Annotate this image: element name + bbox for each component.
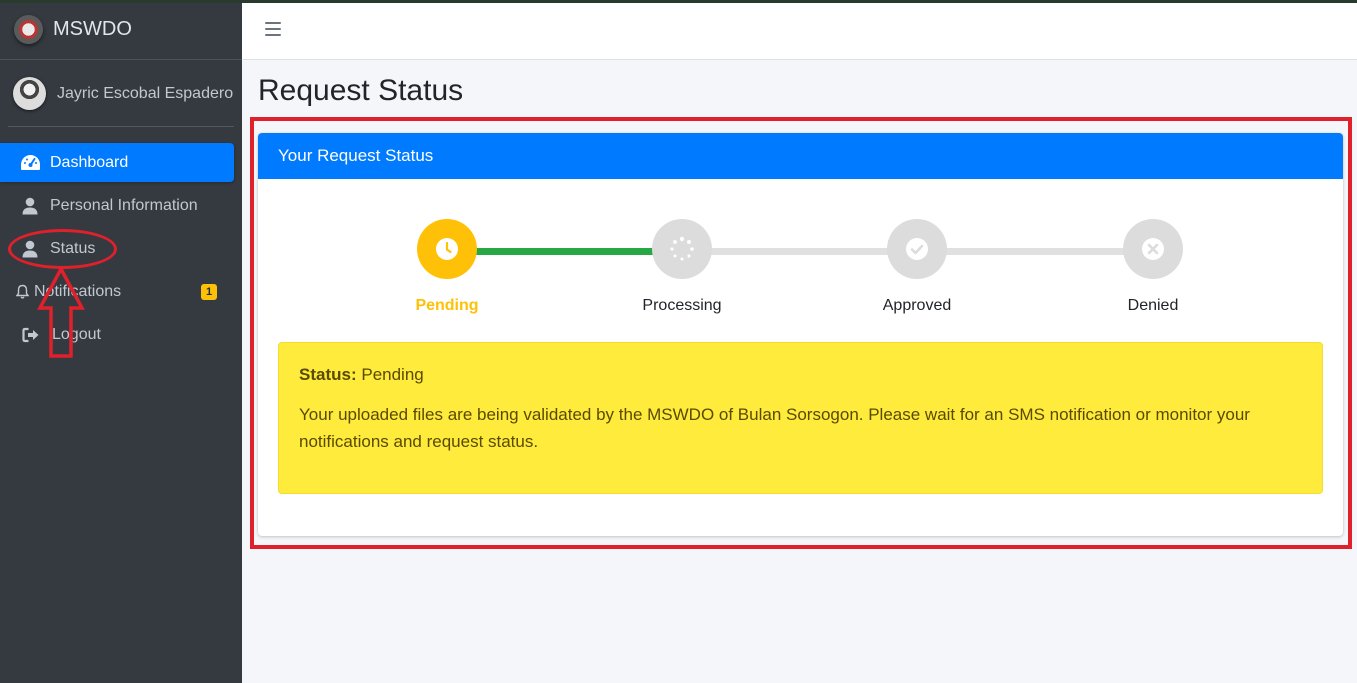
user-panel[interactable]: Jayric Escobal Espadero xyxy=(0,60,242,127)
sidebar-item-label: Dashboard xyxy=(50,153,129,171)
hamburger-menu-icon[interactable] xyxy=(265,22,281,38)
sidebar-item-dashboard[interactable]: Dashboard xyxy=(0,143,234,182)
user-name[interactable]: Jayric Escobal Espadero xyxy=(57,85,233,103)
tachometer-icon xyxy=(19,153,41,173)
user-icon xyxy=(19,196,41,216)
window-top-border xyxy=(0,0,1357,3)
brand-name: MSWDO xyxy=(53,18,132,40)
annotation-rectangle xyxy=(250,117,1352,549)
sidebar-item-label: Personal Information xyxy=(50,196,198,214)
notification-count-badge: 1 xyxy=(201,284,217,300)
sidebar-item-personal-information[interactable]: Personal Information xyxy=(0,186,234,225)
annotation-up-arrow xyxy=(37,266,85,358)
brand-logo xyxy=(14,15,43,44)
page-title: Request Status xyxy=(258,74,464,107)
annotation-ellipse xyxy=(8,229,117,269)
top-navbar xyxy=(242,3,1357,60)
brand-link[interactable]: MSWDO xyxy=(0,0,242,60)
bell-icon xyxy=(15,282,29,302)
avatar xyxy=(13,77,46,110)
